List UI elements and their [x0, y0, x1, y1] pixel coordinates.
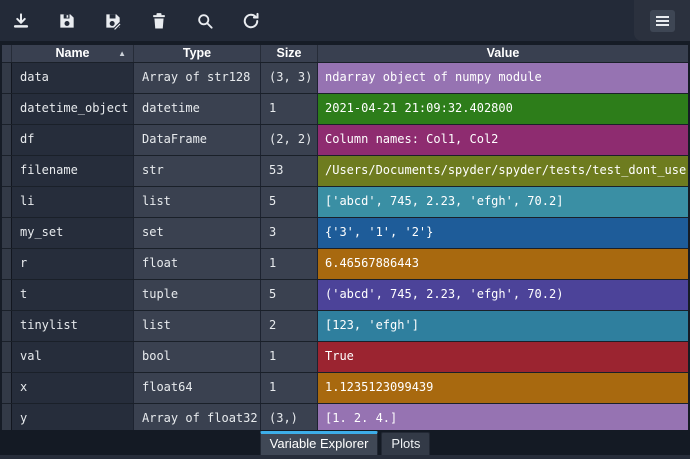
cell-value[interactable]: /Users/Documents/spyder/spyder/tests/tes… — [318, 156, 688, 186]
trash-icon — [149, 11, 169, 31]
column-header-size[interactable]: Size — [261, 45, 318, 62]
cell-type[interactable]: str — [134, 156, 261, 186]
cell-size[interactable]: (3, 3) — [261, 63, 318, 93]
cell-size[interactable]: (2, 2) — [261, 125, 318, 155]
cell-size[interactable]: 5 — [261, 280, 318, 310]
remove-all-variables-button[interactable] — [144, 6, 174, 36]
cell-size[interactable]: 1 — [261, 342, 318, 372]
cell-size[interactable]: 53 — [261, 156, 318, 186]
cell-name[interactable]: data — [12, 63, 134, 93]
cell-name[interactable]: filename — [12, 156, 134, 186]
tab-plots[interactable]: Plots — [381, 432, 430, 455]
row-header[interactable] — [2, 342, 12, 372]
import-data-icon — [11, 11, 31, 31]
cell-name[interactable]: tinylist — [12, 311, 134, 341]
cell-name[interactable]: my_set — [12, 218, 134, 248]
cell-type[interactable]: float — [134, 249, 261, 279]
table-row: lilist5['abcd', 745, 2.23, 'efgh', 70.2] — [2, 186, 688, 217]
cell-value[interactable]: 6.46567886443 — [318, 249, 688, 279]
variable-table: Name ▲ Type Size Value dataArray of str1… — [2, 45, 688, 434]
tab-bar: Variable Explorer Plots — [0, 430, 690, 455]
table-row: tinylistlist2[123, 'efgh'] — [2, 310, 688, 341]
column-header-name-label: Name — [55, 46, 89, 60]
cell-type[interactable]: float64 — [134, 373, 261, 403]
save-as-icon — [103, 11, 123, 31]
hamburger-icon — [656, 16, 669, 26]
save-icon — [57, 11, 77, 31]
cell-value[interactable]: 1.1235123099439 — [318, 373, 688, 403]
cell-type[interactable]: list — [134, 187, 261, 217]
save-data-button[interactable] — [52, 6, 82, 36]
cell-value[interactable]: [123, 'efgh'] — [318, 311, 688, 341]
column-header-value[interactable]: Value — [318, 45, 688, 62]
table-header-row: Name ▲ Type Size Value — [2, 45, 688, 62]
column-header-name[interactable]: Name ▲ — [12, 45, 134, 62]
cell-size[interactable]: 1 — [261, 94, 318, 124]
cell-value[interactable]: ['abcd', 745, 2.23, 'efgh', 70.2] — [318, 187, 688, 217]
cell-value[interactable]: Column names: Col1, Col2 — [318, 125, 688, 155]
table-row: dataArray of str128(3, 3)ndarray object … — [2, 62, 688, 93]
cell-name[interactable]: datetime_object — [12, 94, 134, 124]
cell-value[interactable]: {'3', '1', '2'} — [318, 218, 688, 248]
import-data-button[interactable] — [6, 6, 36, 36]
table-row: valbool1True — [2, 341, 688, 372]
cell-size[interactable]: 5 — [261, 187, 318, 217]
row-header[interactable] — [2, 249, 12, 279]
save-data-as-button[interactable] — [98, 6, 128, 36]
options-menu-button[interactable] — [650, 10, 675, 32]
table-row: my_setset3{'3', '1', '2'} — [2, 217, 688, 248]
cell-size[interactable]: 3 — [261, 218, 318, 248]
cell-name[interactable]: x — [12, 373, 134, 403]
variable-table-body: dataArray of str128(3, 3)ndarray object … — [2, 62, 688, 434]
toolbar-corner — [634, 0, 690, 41]
table-row: xfloat6411.1235123099439 — [2, 372, 688, 403]
cell-size[interactable]: 1 — [261, 373, 318, 403]
cell-type[interactable]: tuple — [134, 280, 261, 310]
row-header[interactable] — [2, 63, 12, 93]
cell-name[interactable]: df — [12, 125, 134, 155]
cell-value[interactable]: ('abcd', 745, 2.23, 'efgh', 70.2) — [318, 280, 688, 310]
table-row: dfDataFrame(2, 2)Column names: Col1, Col… — [2, 124, 688, 155]
row-header[interactable] — [2, 218, 12, 248]
refresh-button[interactable] — [236, 6, 266, 36]
cell-name[interactable]: li — [12, 187, 134, 217]
cell-name[interactable]: val — [12, 342, 134, 372]
column-header-type[interactable]: Type — [134, 45, 261, 62]
row-header[interactable] — [2, 280, 12, 310]
row-header[interactable] — [2, 373, 12, 403]
table-row: rfloat16.46567886443 — [2, 248, 688, 279]
variable-explorer-panel: Name ▲ Type Size Value dataArray of str1… — [0, 0, 690, 459]
table-row: datetime_objectdatetime12021-04-21 21:09… — [2, 93, 688, 124]
row-header[interactable] — [2, 187, 12, 217]
cell-name[interactable]: t — [12, 280, 134, 310]
cell-name[interactable]: r — [12, 249, 134, 279]
cell-type[interactable]: Array of str128 — [134, 63, 261, 93]
search-button[interactable] — [190, 6, 220, 36]
toolbar — [0, 0, 690, 41]
bottom-strip — [0, 455, 690, 459]
cell-value[interactable]: ndarray object of numpy module — [318, 63, 688, 93]
cell-type[interactable]: DataFrame — [134, 125, 261, 155]
cell-type[interactable]: list — [134, 311, 261, 341]
table-row: ttuple5('abcd', 745, 2.23, 'efgh', 70.2) — [2, 279, 688, 310]
row-header[interactable] — [2, 94, 12, 124]
row-header[interactable] — [2, 311, 12, 341]
cell-size[interactable]: 1 — [261, 249, 318, 279]
cell-size[interactable]: 2 — [261, 311, 318, 341]
tab-variable-explorer[interactable]: Variable Explorer — [260, 431, 379, 455]
table-corner-cell[interactable] — [2, 45, 12, 62]
row-header[interactable] — [2, 156, 12, 186]
cell-type[interactable]: bool — [134, 342, 261, 372]
cell-value[interactable]: 2021-04-21 21:09:32.402800 — [318, 94, 688, 124]
cell-value[interactable]: True — [318, 342, 688, 372]
refresh-icon — [241, 11, 261, 31]
cell-type[interactable]: set — [134, 218, 261, 248]
search-icon — [195, 11, 215, 31]
sort-ascending-icon: ▲ — [118, 45, 126, 62]
table-row: filenamestr53/Users/Documents/spyder/spy… — [2, 155, 688, 186]
cell-type[interactable]: datetime — [134, 94, 261, 124]
row-header[interactable] — [2, 125, 12, 155]
